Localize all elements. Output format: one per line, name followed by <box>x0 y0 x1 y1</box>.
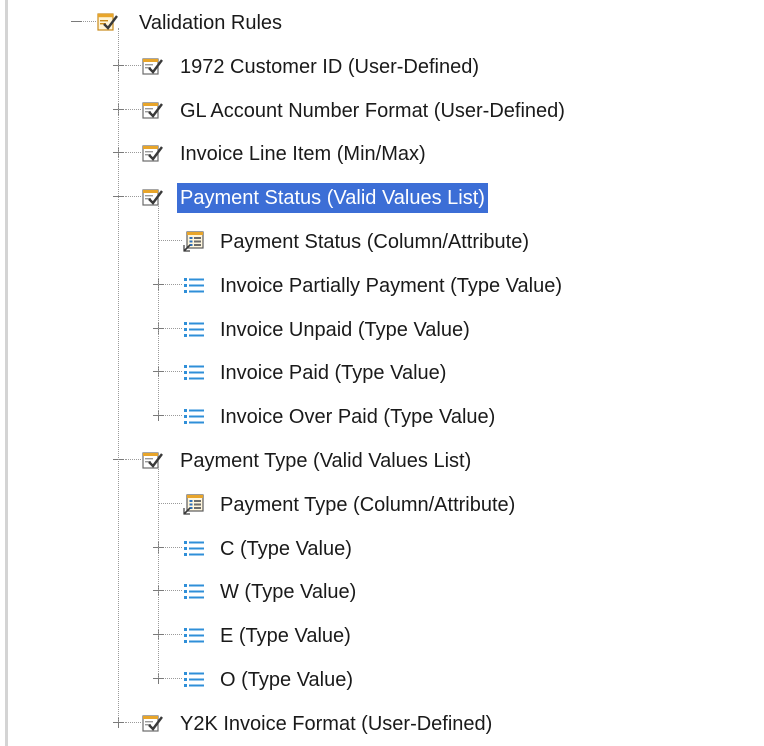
tree-node-label[interactable]: 1972 Customer ID (User-Defined) <box>177 52 482 82</box>
rule-check-icon <box>142 186 164 208</box>
tree-node-payment-status-column-attribute[interactable]: Payment Status (Column/Attribute) <box>0 227 764 257</box>
tree-node-invoice-unpaid-type-value[interactable]: Invoice Unpaid (Type Value) <box>0 315 764 345</box>
tree-node-invoice-partially-payment-type-value[interactable]: Invoice Partially Payment (Type Value) <box>0 271 764 301</box>
list-icon <box>183 537 205 559</box>
tree-connector <box>165 415 182 416</box>
collapse-toggle[interactable] <box>71 16 82 27</box>
tree-node-validation-rules[interactable]: Validation Rules <box>0 8 764 38</box>
tree-node-label[interactable]: W (Type Value) <box>217 577 359 607</box>
tree-node-payment-type-valid-values-list[interactable]: Payment Type (Valid Values List) <box>0 446 764 476</box>
tree-node-label[interactable]: Invoice Over Paid (Type Value) <box>217 402 498 432</box>
tree-connector <box>125 722 141 723</box>
tree-node-e-type-value[interactable]: E (Type Value) <box>0 621 764 651</box>
list-icon <box>183 624 205 646</box>
tree-node-label[interactable]: C (Type Value) <box>217 534 355 564</box>
rule-check-icon <box>142 55 164 77</box>
tree-connector <box>83 21 96 22</box>
tree-node-label[interactable]: Payment Type (Valid Values List) <box>177 446 474 476</box>
tree-connector <box>125 459 141 460</box>
tree-node-label[interactable]: O (Type Value) <box>217 665 356 695</box>
validation-rules-icon <box>97 11 119 33</box>
tree-node-label[interactable]: Payment Status (Valid Values List) <box>177 183 488 213</box>
tree-node-invoice-line-item-min-max[interactable]: Invoice Line Item (Min/Max) <box>0 139 764 169</box>
tree-node-y2k-invoice-format-user-defined[interactable]: Y2K Invoice Format (User-Defined) <box>0 709 764 739</box>
tree-node-c-type-value[interactable]: C (Type Value) <box>0 534 764 564</box>
tree-connector <box>165 371 182 372</box>
tree-node-invoice-over-paid-type-value[interactable]: Invoice Over Paid (Type Value) <box>0 402 764 432</box>
tree-panel: Validation Rules 1972 Customer ID (User-D… <box>0 0 764 746</box>
tree-branch-line <box>118 28 119 722</box>
tree-node-label[interactable]: Invoice Line Item (Min/Max) <box>177 139 429 169</box>
tree-node-label[interactable]: Invoice Paid (Type Value) <box>217 358 449 388</box>
tree-branch-line <box>158 466 159 678</box>
tree-connector <box>158 240 182 241</box>
tree-connector <box>165 590 182 591</box>
tree-branch-line <box>158 203 159 415</box>
list-icon <box>183 668 205 690</box>
column-attribute-icon <box>183 493 205 515</box>
list-icon <box>183 361 205 383</box>
rule-check-icon <box>142 449 164 471</box>
tree-connector <box>125 152 141 153</box>
tree-node-label[interactable]: Y2K Invoice Format (User-Defined) <box>177 709 495 739</box>
tree-connector <box>125 109 141 110</box>
tree-node-1972-customer-id-user-defined[interactable]: 1972 Customer ID (User-Defined) <box>0 52 764 82</box>
tree-node-label[interactable]: GL Account Number Format (User-Defined) <box>177 96 568 126</box>
tree-connector <box>165 634 182 635</box>
tree-node-payment-type-column-attribute[interactable]: Payment Type (Column/Attribute) <box>0 490 764 520</box>
tree-node-payment-status-valid-values-list[interactable]: Payment Status (Valid Values List) <box>0 183 764 213</box>
tree-connector <box>165 678 182 679</box>
tree-connector <box>165 547 182 548</box>
tree-node-o-type-value[interactable]: O (Type Value) <box>0 665 764 695</box>
tree-node-label[interactable]: Validation Rules <box>136 8 285 38</box>
tree-connector <box>125 196 141 197</box>
tree-connector <box>158 503 182 504</box>
tree-connector <box>165 328 182 329</box>
tree-node-gl-account-number-format-user-defined[interactable]: GL Account Number Format (User-Defined) <box>0 96 764 126</box>
list-icon <box>183 318 205 340</box>
rule-check-icon <box>142 142 164 164</box>
tree-node-invoice-paid-type-value[interactable]: Invoice Paid (Type Value) <box>0 358 764 388</box>
tree-node-label[interactable]: Invoice Partially Payment (Type Value) <box>217 271 565 301</box>
tree-connector <box>165 284 182 285</box>
rule-check-icon <box>142 99 164 121</box>
rule-check-icon <box>142 712 164 734</box>
tree-node-label[interactable]: Payment Status (Column/Attribute) <box>217 227 532 257</box>
validation-rules-tree: Validation Rules 1972 Customer ID (User-D… <box>0 0 764 746</box>
column-attribute-icon <box>183 230 205 252</box>
list-icon <box>183 580 205 602</box>
tree-node-label[interactable]: E (Type Value) <box>217 621 354 651</box>
tree-node-label[interactable]: Payment Type (Column/Attribute) <box>217 490 518 520</box>
tree-node-label[interactable]: Invoice Unpaid (Type Value) <box>217 315 473 345</box>
tree-connector <box>125 65 141 66</box>
list-icon <box>183 274 205 296</box>
list-icon <box>183 405 205 427</box>
tree-node-w-type-value[interactable]: W (Type Value) <box>0 577 764 607</box>
